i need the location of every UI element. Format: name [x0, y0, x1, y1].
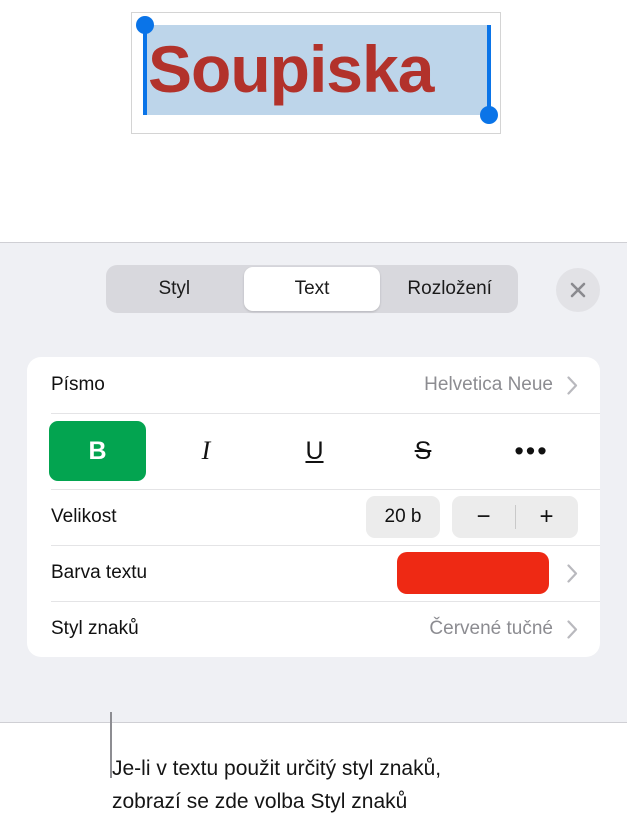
- size-decrement-button[interactable]: −: [452, 496, 515, 538]
- row-text-color[interactable]: Barva textu: [27, 545, 600, 601]
- strikethrough-icon: S: [414, 436, 432, 465]
- size-increment-button[interactable]: +: [515, 496, 578, 538]
- underline-icon: U: [305, 436, 324, 465]
- format-inspector-panel: Styl Text Rozložení Písmo Helvetica Neue: [0, 242, 627, 723]
- tab-rozlozeni[interactable]: Rozložení: [381, 265, 518, 313]
- selected-text[interactable]: Soupiska: [148, 19, 490, 121]
- row-font[interactable]: Písmo Helvetica Neue: [27, 357, 600, 413]
- bold-icon: B: [88, 436, 107, 465]
- font-label: Písmo: [51, 374, 105, 395]
- close-button[interactable]: [556, 268, 600, 312]
- selection-bar-left: [143, 25, 147, 115]
- panel-header: Styl Text Rozložení: [0, 243, 627, 357]
- size-input[interactable]: 20 b: [366, 496, 440, 538]
- selection-bar-right: [487, 25, 491, 115]
- italic-icon: I: [201, 436, 211, 465]
- bold-button[interactable]: B: [49, 421, 146, 481]
- row-size: Velikost 20 b − +: [27, 489, 600, 545]
- tab-styl[interactable]: Styl: [106, 265, 243, 313]
- font-value: Helvetica Neue: [424, 374, 553, 395]
- caption-line-1: Je-li v textu použit určitý styl znaků,: [112, 757, 442, 780]
- text-color-swatch[interactable]: [397, 552, 549, 594]
- size-stepper: − +: [452, 496, 578, 538]
- strikethrough-button[interactable]: S: [375, 421, 472, 481]
- segmented-control[interactable]: Styl Text Rozložení: [106, 265, 518, 313]
- callout-caption: Je-li v textu použit určitý styl znaků, …: [112, 752, 612, 818]
- document-canvas: Soupiska: [0, 0, 627, 242]
- selection-handle-start[interactable]: [136, 16, 154, 34]
- size-label: Velikost: [51, 506, 117, 527]
- more-options-button[interactable]: •••: [483, 421, 580, 481]
- close-icon: [567, 279, 589, 301]
- tab-text[interactable]: Text: [243, 267, 381, 311]
- row-text-style-buttons: B I U S •••: [27, 413, 600, 489]
- caption-line-2: zobrazí se zde volba Styl znaků: [112, 790, 408, 813]
- text-color-label: Barva textu: [51, 562, 148, 583]
- selection-handle-end[interactable]: [480, 106, 498, 124]
- inspector-card: Písmo Helvetica Neue B I U S ••• Velikos…: [27, 357, 600, 657]
- chevron-right-icon: [567, 563, 578, 583]
- chevron-right-icon: [567, 619, 578, 639]
- row-character-style[interactable]: Styl znaků Červené tučné: [27, 601, 600, 657]
- underline-button[interactable]: U: [266, 421, 363, 481]
- stepper-divider: [515, 505, 516, 529]
- character-style-label: Styl znaků: [51, 618, 139, 639]
- character-style-value: Červené tučné: [429, 618, 553, 639]
- chevron-right-icon: [567, 375, 578, 395]
- italic-button[interactable]: I: [158, 421, 255, 481]
- text-box[interactable]: Soupiska: [131, 12, 501, 134]
- ellipsis-icon: •••: [514, 436, 549, 466]
